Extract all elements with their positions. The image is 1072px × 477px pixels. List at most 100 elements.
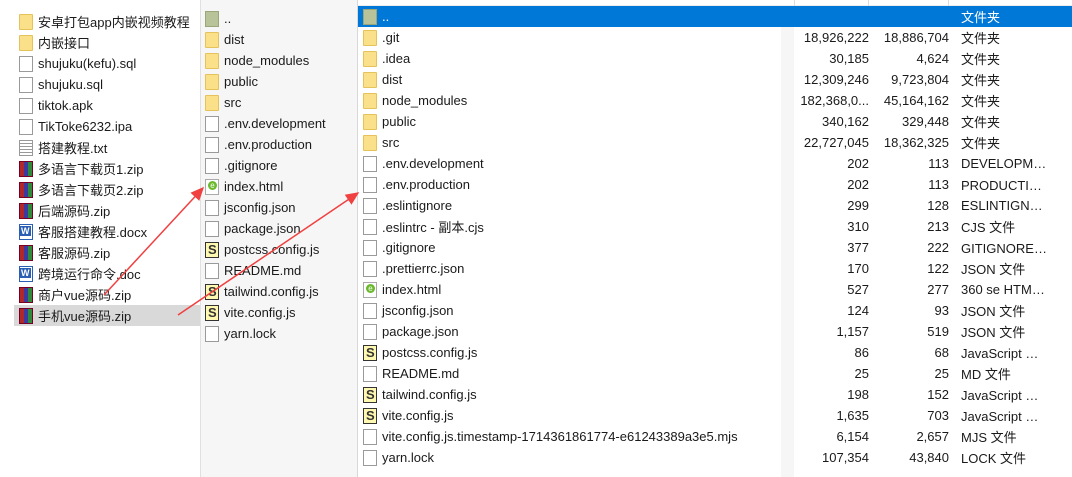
file-name: 内嵌接口 <box>38 36 91 51</box>
name-cell: .git <box>358 29 794 46</box>
archive-row[interactable]: .. 文件夹 <box>358 6 1072 27</box>
file-item[interactable]: 商户vue源码.zip <box>14 284 200 305</box>
file-item[interactable]: tiktok.apk <box>14 95 200 116</box>
file-item[interactable]: 客服搭建教程.docx <box>14 221 200 242</box>
folder-icon <box>205 31 219 48</box>
file-item[interactable]: yarn.lock <box>205 323 355 344</box>
file-item[interactable]: .. <box>205 8 355 29</box>
name-cell: dist <box>358 71 794 88</box>
size-cell: 30,185 <box>829 51 869 66</box>
archive-row[interactable]: postcss.config.js 86 68 JavaScript 文件 <box>358 342 1072 363</box>
archive-row[interactable]: .eslintignore 299 128 ESLINTIGNORE ... <box>358 195 1072 216</box>
file-item[interactable]: package.json <box>205 218 355 239</box>
archive-row[interactable]: node_modules 182,368,0... 45,164,162 文件夹 <box>358 90 1072 111</box>
script-file-icon <box>363 344 377 361</box>
file-item[interactable]: 后端源码.zip <box>14 200 200 221</box>
file-item[interactable]: 搭建教程.txt <box>14 137 200 158</box>
word-document-icon <box>19 265 33 282</box>
file-name: TikToke6232.ipa <box>38 119 133 134</box>
file-item[interactable]: dist <box>205 29 355 50</box>
archive-row[interactable]: .git 18,926,222 18,886,704 文件夹 <box>358 27 1072 48</box>
archive-row[interactable]: yarn.lock 107,354 43,840 LOCK 文件 <box>358 447 1072 468</box>
file-item[interactable]: node_modules <box>205 50 355 71</box>
name-cell: .env.production <box>358 176 794 193</box>
archive-row[interactable]: index.html 527 277 360 se HTML Do... <box>358 279 1072 300</box>
archive-row[interactable]: public 340,162 329,448 文件夹 <box>358 111 1072 132</box>
text-file-icon <box>19 139 33 156</box>
file-item[interactable]: 跨境运行命令.doc <box>14 263 200 284</box>
file-item[interactable]: .env.production <box>205 134 355 155</box>
file-name: node_modules <box>224 53 310 68</box>
file-item[interactable]: vite.config.js <box>205 302 355 323</box>
archive-row[interactable]: .idea 30,185 4,624 文件夹 <box>358 48 1072 69</box>
file-icon <box>363 449 377 466</box>
archive-row[interactable]: jsconfig.json 124 93 JSON 文件 <box>358 300 1072 321</box>
size-cell: 299 <box>847 198 869 213</box>
size-cell: 124 <box>847 303 869 318</box>
archive-row[interactable]: vite.config.js 1,635 703 JavaScript 文件 <box>358 405 1072 426</box>
file-name: index.html <box>382 282 442 297</box>
file-item[interactable]: 多语言下载页1.zip <box>14 158 200 179</box>
packed-cell: 25 <box>934 366 949 381</box>
size-cell: 202 <box>847 156 869 171</box>
archive-row[interactable]: .env.production 202 113 PRODUCTION 文... <box>358 174 1072 195</box>
file-icon <box>205 136 219 153</box>
type-cell: 文件夹 <box>961 136 1001 151</box>
archive-row[interactable]: vite.config.js.timestamp-1714361861774-e… <box>358 426 1072 447</box>
file-name: jsconfig.json <box>382 303 454 318</box>
file-name: .. <box>382 9 390 24</box>
file-item[interactable]: shujuku.sql <box>14 74 200 95</box>
packed-cell: 519 <box>927 324 949 339</box>
packed-cell: 113 <box>928 177 949 192</box>
archive-row[interactable]: .prettierrc.json 170 122 JSON 文件 <box>358 258 1072 279</box>
file-item[interactable]: 客服源码.zip <box>14 242 200 263</box>
winrar-archive-icon <box>19 160 33 177</box>
name-cell: index.html <box>358 281 794 298</box>
archive-row[interactable]: tailwind.config.js 198 152 JavaScript 文件 <box>358 384 1072 405</box>
file-item[interactable]: tailwind.config.js <box>205 281 355 302</box>
file-item[interactable]: 安卓打包app内嵌视频教程 <box>14 11 200 32</box>
folder-icon <box>363 92 377 109</box>
file-item[interactable]: .gitignore <box>205 155 355 176</box>
archive-row[interactable]: README.md 25 25 MD 文件 <box>358 363 1072 384</box>
archive-row[interactable]: .gitignore 377 222 GITIGNORE 文件 <box>358 237 1072 258</box>
file-icon <box>205 157 219 174</box>
file-item[interactable]: 手机vue源码.zip <box>14 305 200 326</box>
file-item[interactable]: public <box>205 71 355 92</box>
archive-row[interactable]: .eslintrc - 副本.cjs 310 213 CJS 文件 <box>358 216 1072 237</box>
file-item[interactable]: 内嵌接口 <box>14 32 200 53</box>
type-cell: 360 se HTML Do... <box>961 282 1049 297</box>
file-item[interactable]: 多语言下载页2.zip <box>14 179 200 200</box>
name-cell: .. <box>358 8 794 25</box>
archive-row[interactable]: package.json 1,157 519 JSON 文件 <box>358 321 1072 342</box>
file-icon <box>363 428 377 445</box>
file-item[interactable]: README.md <box>205 260 355 281</box>
folder-icon <box>205 52 219 69</box>
file-name: yarn.lock <box>382 450 435 465</box>
archive-row[interactable]: src 22,727,045 18,362,325 文件夹 <box>358 132 1072 153</box>
type-cell: CJS 文件 <box>961 220 1016 235</box>
packed-cell: 68 <box>934 345 949 360</box>
file-item[interactable]: jsconfig.json <box>205 197 355 218</box>
type-cell: 文件夹 <box>961 115 1001 130</box>
file-item[interactable]: TikToke6232.ipa <box>14 116 200 137</box>
file-item[interactable]: index.html <box>205 176 355 197</box>
archive-row[interactable]: dist 12,309,246 9,723,804 文件夹 <box>358 69 1072 90</box>
type-cell: GITIGNORE 文件 <box>961 241 1049 256</box>
html-file-icon <box>363 281 377 298</box>
file-item[interactable]: .env.development <box>205 113 355 134</box>
file-item[interactable]: src <box>205 92 355 113</box>
archive-file-list: .. 文件夹 .git 18,926,222 18,886,704 文件夹 .idea 30,… <box>357 0 1072 477</box>
folder-icon <box>363 50 377 67</box>
html-file-icon <box>205 178 219 195</box>
file-item[interactable]: shujuku(kefu).sql <box>14 53 200 74</box>
folder-icon <box>19 13 33 30</box>
type-cell: MD 文件 <box>961 367 1011 382</box>
file-item[interactable]: postcss.config.js <box>205 239 355 260</box>
file-name: .env.development <box>224 116 326 131</box>
archive-row[interactable]: .env.development 202 113 DEVELOPMENT ... <box>358 153 1072 174</box>
file-icon <box>363 218 377 235</box>
file-icon <box>19 97 33 114</box>
type-cell: 文件夹 <box>961 52 1001 67</box>
file-name: 客服搭建教程.docx <box>38 225 148 240</box>
